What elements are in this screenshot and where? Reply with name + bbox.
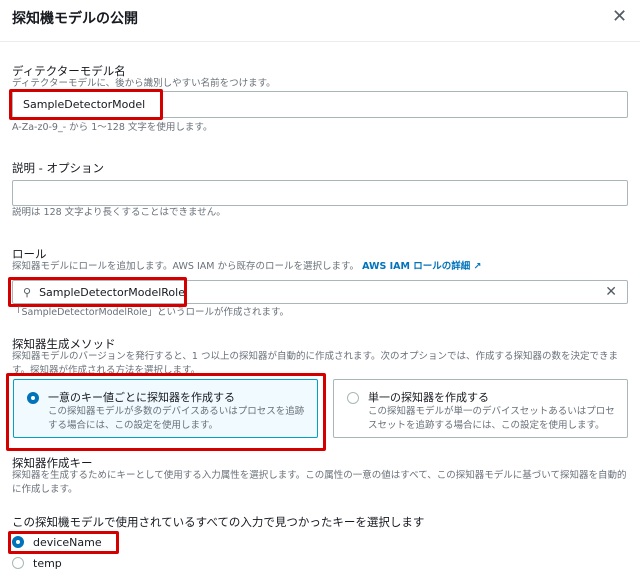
external-link-icon: ↗ (473, 261, 482, 272)
description-help: 説明は 128 文字より長くすることはできません。 (12, 207, 226, 218)
method-description: 探知器モデルのバージョンを発行すると、1 つ以上の探知器が自動的に作成されます。… (12, 351, 619, 375)
radio-unselected[interactable] (12, 557, 24, 569)
radio-unselected[interactable] (347, 392, 359, 404)
description-label: 説明 - オプション (12, 161, 104, 175)
highlight-box (8, 531, 119, 554)
role-description-text: 探知器モデルにロールを追加します。AWS IAM から既存のロールを選択します。 (12, 261, 360, 272)
key-select-label: この探知機モデルで使用されているすべての入力で見つかったキーを選択します (12, 515, 425, 529)
divider (0, 41, 640, 42)
description-input[interactable] (12, 180, 628, 206)
key-option-label: temp (33, 556, 62, 570)
key-description: 探知器を生成するためにキーとして使用する入力属性を選択します。この属性の一意の値… (12, 470, 627, 495)
role-description: 探知器モデルにロールを追加します。AWS IAM から既存のロールを選択します。… (12, 260, 481, 274)
dialog-title: 探知機モデルの公開 (12, 11, 138, 27)
method-option-single[interactable]: 単一の探知器を作成する この探知器モデルが単一のデバイスセットあるいはプロセスセ… (333, 379, 628, 438)
option-title: 単一の探知器を作成する (368, 391, 489, 404)
highlight-box (6, 373, 326, 451)
name-help: A-Za-z0-9_- から 1～128 文字を使用します。 (12, 122, 213, 133)
highlight-box (8, 277, 187, 307)
key-option-temp[interactable]: temp (12, 556, 62, 570)
clear-icon[interactable]: ✕ (605, 284, 617, 300)
option-description: この探知器モデルが単一のデバイスセットあるいはプロセスセットを追跡する場合には、… (368, 406, 615, 431)
role-help: 「SampleDetectorModelRole」というロールが作成されます。 (12, 307, 290, 318)
highlight-box (9, 89, 163, 120)
close-icon[interactable]: ✕ (612, 6, 627, 27)
iam-role-link[interactable]: AWS IAM ロールの詳細 (362, 261, 470, 272)
